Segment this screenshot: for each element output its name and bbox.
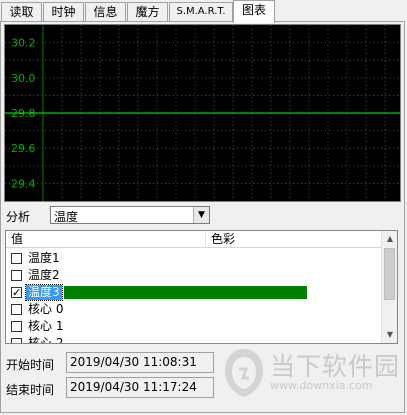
- tab-info[interactable]: 信息: [85, 2, 126, 21]
- list-item[interactable]: 温度1: [6, 250, 382, 267]
- tab-smart[interactable]: S.M.A.R.T.: [169, 2, 233, 21]
- scroll-down-icon[interactable]: ▼: [382, 327, 397, 343]
- chevron-down-icon[interactable]: ▼: [193, 207, 209, 223]
- temperature-chart: 29.4 29.6 29.8 30.0 30.2: [4, 24, 401, 202]
- list-item-label: 核心 2: [28, 336, 64, 344]
- list-item-label: 核心 1: [28, 319, 64, 333]
- y-tick-label: 30.2: [11, 37, 36, 50]
- analysis-select[interactable]: 温度 ▼: [50, 206, 210, 224]
- analysis-selected-value: 温度: [54, 210, 79, 224]
- sensor-list[interactable]: 值 色彩 温度1 温度2 ✓ 温度3 核心 0 核心 1 核心 2 ▲ ▼: [5, 230, 398, 344]
- list-item-label: 核心 0: [28, 302, 64, 316]
- checkbox-checked[interactable]: ✓: [11, 287, 22, 298]
- list-header: 值 色彩: [6, 231, 382, 248]
- checkbox[interactable]: [11, 304, 22, 315]
- tab-bar: 读取 时钟 信息 魔方 S.M.A.R.T. 图表: [0, 0, 407, 23]
- y-tick-label: 29.4: [11, 177, 36, 190]
- tab-read[interactable]: 读取: [1, 2, 42, 21]
- chart-canvas: 29.429.629.830.030.2: [5, 25, 400, 201]
- analysis-label: 分析: [6, 210, 31, 224]
- checkbox[interactable]: [11, 321, 22, 332]
- column-header-value[interactable]: 值: [6, 231, 206, 248]
- list-item[interactable]: 核心 2: [6, 335, 382, 344]
- column-header-color[interactable]: 色彩: [206, 231, 382, 248]
- y-tick-label: 30.0: [11, 72, 36, 85]
- list-item-label: 温度2: [28, 268, 60, 282]
- tab-chart[interactable]: 图表: [233, 0, 275, 23]
- start-time-field: 2019/04/30 11:08:31: [66, 352, 214, 373]
- watermark-logo-icon: [225, 349, 263, 397]
- checkbox[interactable]: [11, 338, 22, 343]
- scroll-thumb[interactable]: [384, 248, 395, 300]
- watermark: 当下软件园 www.downxia.com: [222, 345, 402, 401]
- list-item[interactable]: 核心 0: [6, 301, 382, 318]
- tab-clock[interactable]: 时钟: [43, 2, 84, 21]
- list-item[interactable]: 温度2: [6, 267, 382, 284]
- list-item-label: 温度3: [25, 284, 63, 301]
- y-tick-label: 29.6: [11, 142, 36, 155]
- list-item-label: 温度1: [28, 251, 60, 265]
- end-time-label: 结束时间: [6, 383, 55, 397]
- color-swatch: [64, 286, 307, 299]
- tab-cube[interactable]: 魔方: [127, 2, 168, 21]
- list-item[interactable]: 核心 1: [6, 318, 382, 335]
- list-scrollbar[interactable]: ▲ ▼: [381, 231, 397, 343]
- start-time-label: 开始时间: [6, 358, 55, 372]
- end-time-field: 2019/04/30 11:17:24: [66, 377, 214, 398]
- list-item-selected[interactable]: ✓ 温度3: [6, 284, 382, 301]
- watermark-title: 当下软件园: [270, 352, 401, 381]
- checkbox[interactable]: [11, 270, 22, 281]
- scroll-up-icon[interactable]: ▲: [382, 231, 397, 247]
- watermark-url: www.downxia.com: [270, 379, 373, 392]
- checkbox[interactable]: [11, 253, 22, 264]
